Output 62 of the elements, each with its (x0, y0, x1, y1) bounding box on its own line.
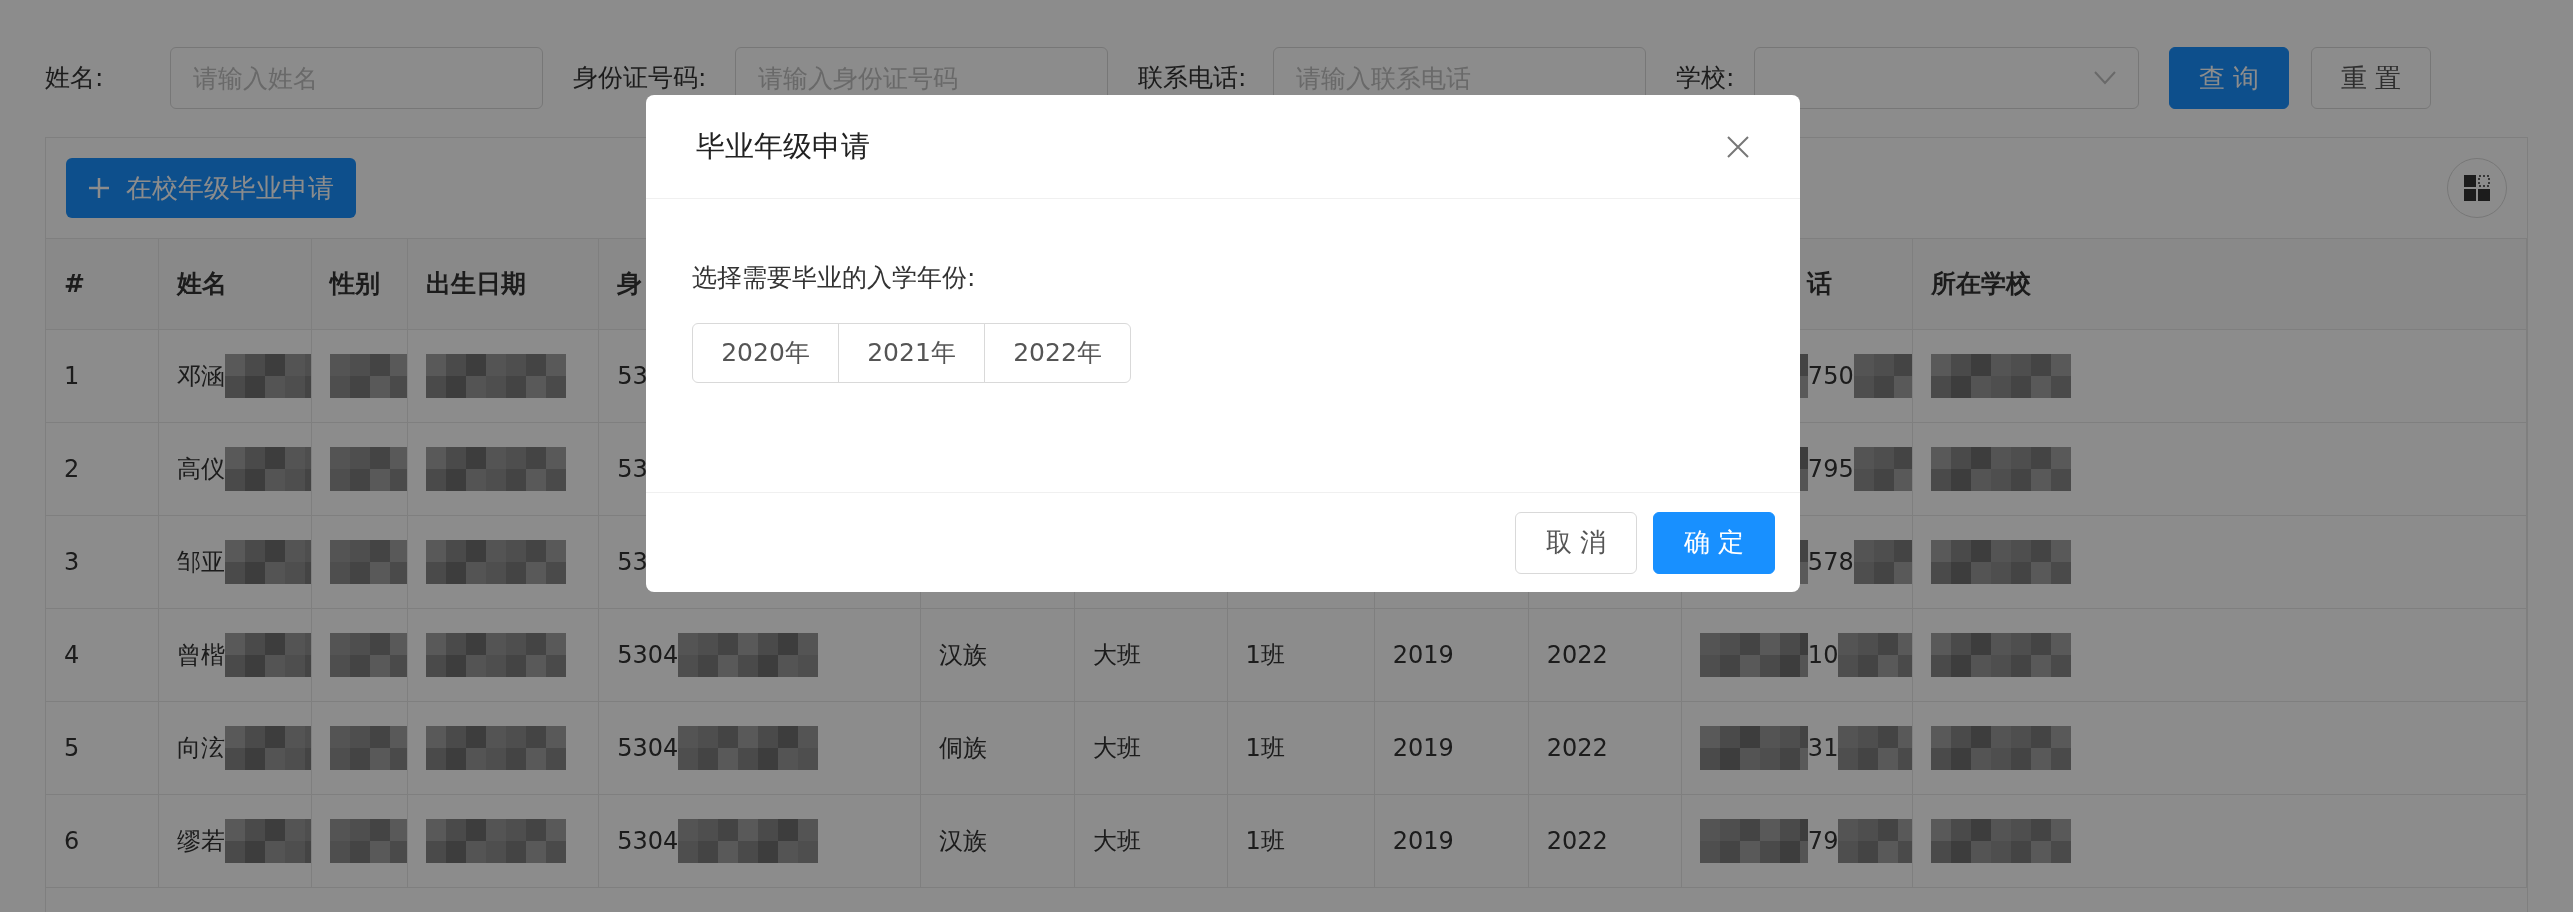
button[interactable]: 重 置 (2311, 47, 2431, 109)
table-cell-text: 53 (617, 547, 648, 578)
field-label: 姓名: (45, 62, 105, 95)
table-cell-text: 2022 (1546, 640, 1608, 671)
column-header: # (64, 268, 85, 301)
table-cell-text: 缪若 (176, 826, 225, 857)
field-label: 学校: (1676, 62, 1736, 95)
year-option[interactable]: 2021年 (838, 322, 985, 383)
table-cell-text: 曾楷 (176, 640, 225, 671)
table-cell-text: 750 (1807, 361, 1854, 392)
table-cell-text: 5304 (617, 826, 679, 857)
table-cell-text: 邹亚 (176, 547, 225, 578)
column-header: 出生日期 (425, 268, 526, 301)
table-cell-text: 4 (64, 640, 80, 671)
table-cell-text: 大班 (1092, 826, 1141, 857)
column-header: 身 (616, 268, 642, 301)
table-cell-text: 1 (64, 361, 80, 392)
table-cell-text: 侗族 (939, 733, 988, 764)
table-cell-text: 汉族 (939, 826, 988, 857)
plus-icon (88, 177, 110, 199)
table-cell-text: 10 (1807, 640, 1839, 671)
table-cell-text: 2019 (1392, 640, 1454, 671)
table-cell-text: 5304 (617, 640, 679, 671)
dialog-prompt: 选择需要毕业的入学年份: (692, 262, 977, 294)
column-header: 姓名 (176, 268, 227, 301)
column-header: 性别 (329, 268, 380, 301)
field-label: 身份证号码: (573, 62, 708, 95)
table-cell-text: 2019 (1392, 826, 1454, 857)
table-cell-text: 大班 (1092, 733, 1141, 764)
table-cell-text: 795 (1807, 454, 1854, 485)
close-icon[interactable] (1726, 134, 1750, 159)
table-cell-text: 向泫 (176, 733, 225, 764)
table-cell-text: 53 (617, 454, 648, 485)
year-option[interactable]: 2022年 (984, 322, 1131, 383)
year-option[interactable]: 2020年 (692, 322, 839, 383)
table-cell-text: 高仪 (176, 454, 225, 485)
table-cell-text: 5 (64, 733, 80, 764)
table-cell-text: 2022 (1546, 733, 1608, 764)
table-cell-text: 1班 (1245, 826, 1285, 857)
table-cell-text: 2 (64, 454, 80, 485)
dialog-title: 毕业年级申请 (696, 127, 870, 165)
table-cell-text: 汉族 (939, 640, 988, 671)
table-cell-text: 31 (1807, 733, 1839, 764)
table-cell-text: 79 (1807, 826, 1839, 857)
table-cell-text: 3 (64, 547, 80, 578)
table-cell-text: 5304 (617, 733, 679, 764)
table-cell-text: 1班 (1245, 640, 1285, 671)
table-cell-text: 2022 (1546, 826, 1608, 857)
select-field[interactable] (1754, 47, 2139, 109)
table-cell-text: 53 (617, 361, 648, 392)
field-label: 联系电话: (1138, 62, 1248, 95)
grid-icon (2463, 174, 2491, 202)
table-cell-text: 大班 (1092, 640, 1141, 671)
table-cell-text: 578 (1807, 547, 1854, 578)
column-header: 所在学校 (1931, 268, 2032, 301)
table-cell-text: 1班 (1245, 733, 1285, 764)
table-cell-text: 2019 (1392, 733, 1454, 764)
button[interactable]: 取 消 (1515, 511, 1637, 574)
table-cell-text: 邓涵 (176, 361, 225, 392)
chevron-down-icon (2094, 71, 2116, 85)
table-cell-text: 6 (64, 826, 80, 857)
column-header: 话 (1806, 268, 1832, 301)
